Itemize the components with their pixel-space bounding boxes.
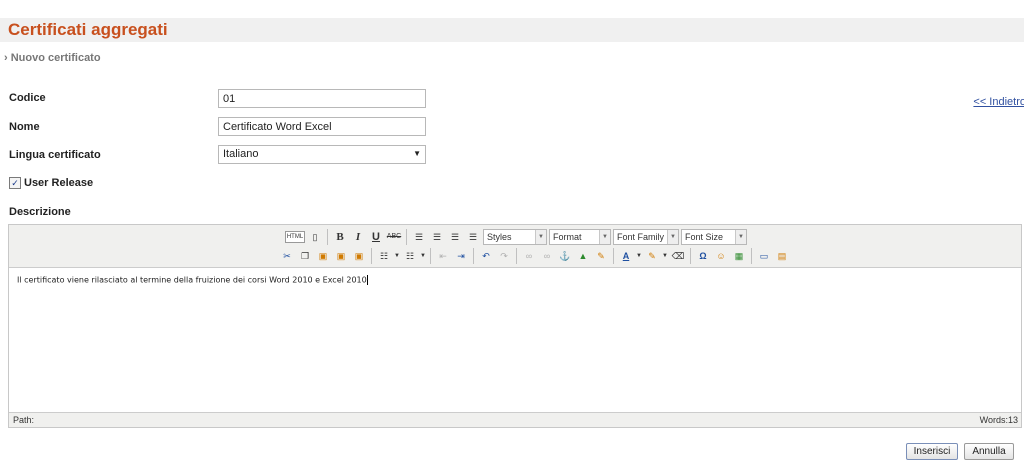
paste-word-icon[interactable]: ▣ <box>351 248 367 264</box>
bullet-list-icon[interactable]: ☷ <box>376 248 392 264</box>
image-icon[interactable]: ▲ <box>575 248 591 264</box>
code-label: Codice <box>9 92 46 104</box>
highlight-color-arrow-icon[interactable]: ▼ <box>662 248 668 264</box>
indent-icon[interactable]: ⇥ <box>453 248 469 264</box>
toolbar-separator <box>406 229 407 245</box>
emoticon-icon[interactable]: ☺ <box>713 248 729 264</box>
format-dropdown[interactable]: Format ▼ <box>549 229 611 245</box>
paste-text-icon[interactable]: ▣ <box>333 248 349 264</box>
user-release-row: ✓ User Release <box>9 177 93 189</box>
undo-icon[interactable]: ↶ <box>478 248 494 264</box>
outdent-icon[interactable]: ⇤ <box>435 248 451 264</box>
editor-content-text: Il certificato viene rilasciato al termi… <box>17 275 367 285</box>
user-release-checkbox[interactable]: ✓ <box>9 177 21 189</box>
cancel-button[interactable]: Annulla <box>964 443 1014 460</box>
unlink-icon[interactable]: ∞ <box>539 248 555 264</box>
styles-dropdown-label: Styles <box>487 232 512 242</box>
name-input[interactable] <box>218 117 426 136</box>
toolbar-row-1: HTML ▯ B I U ABC ☰ ☰ ☰ ☰ Styles ▼ Format… <box>285 228 747 246</box>
toolbar-row-2: ✂ ❐ ▣ ▣ ▣ ☷ ▼ ☷ ▼ ⇤ ⇥ ↶ ↷ ∞ ∞ ⚓ ▲ ✎ A ▼ … <box>279 247 790 265</box>
toolbar-separator <box>371 248 372 264</box>
editor-content[interactable]: Il certificato viene rilasciato al termi… <box>17 275 368 285</box>
editor-toolbar: HTML ▯ B I U ABC ☰ ☰ ☰ ☰ Styles ▼ Format… <box>9 225 1021 268</box>
paste-icon[interactable]: ▣ <box>315 248 331 264</box>
bullet-list-arrow-icon[interactable]: ▼ <box>394 248 400 264</box>
align-right-icon[interactable]: ☰ <box>447 229 463 245</box>
underline-button[interactable]: U <box>368 229 384 245</box>
chevron-down-icon: ▼ <box>735 230 746 244</box>
highlight-color-icon[interactable]: ✎ <box>644 248 660 264</box>
toolbar-separator <box>430 248 431 264</box>
text-caret <box>366 275 368 285</box>
rich-text-editor: HTML ▯ B I U ABC ☰ ☰ ☰ ☰ Styles ▼ Format… <box>8 224 1022 428</box>
special-char-icon[interactable]: Ω <box>695 248 711 264</box>
chevron-down-icon: ▼ <box>413 149 421 158</box>
back-link[interactable]: << Indietro <box>973 96 1024 108</box>
description-label: Descrizione <box>9 206 71 218</box>
name-label: Nome <box>9 121 40 133</box>
chevron-down-icon: ▼ <box>535 230 546 244</box>
font-size-dropdown-label: Font Size <box>685 232 724 242</box>
font-family-dropdown-label: Font Family <box>617 232 665 242</box>
align-center-icon[interactable]: ☰ <box>429 229 445 245</box>
eraser-icon[interactable]: ⌫ <box>670 248 686 264</box>
language-select[interactable]: Italiano ▼ <box>218 145 426 164</box>
toolbar-separator <box>327 229 328 245</box>
language-select-value: Italiano <box>223 148 259 160</box>
page-title: Certificati aggregati <box>8 20 168 39</box>
format-dropdown-label: Format <box>553 232 582 242</box>
media-icon[interactable]: ▦ <box>731 248 747 264</box>
fullscreen-icon[interactable]: ▭ <box>756 248 772 264</box>
user-release-label: User Release <box>24 177 94 189</box>
cleanup-icon[interactable]: ✎ <box>593 248 609 264</box>
strikethrough-icon[interactable]: ABC <box>386 229 402 245</box>
toolbar-separator <box>516 248 517 264</box>
cut-icon[interactable]: ✂ <box>279 248 295 264</box>
new-document-icon[interactable]: ▯ <box>307 229 323 245</box>
toolbar-separator <box>613 248 614 264</box>
link-icon[interactable]: ∞ <box>521 248 537 264</box>
copy-icon[interactable]: ❐ <box>297 248 313 264</box>
insert-button[interactable]: Inserisci <box>906 443 958 460</box>
text-color-arrow-icon[interactable]: ▼ <box>636 248 642 264</box>
styles-dropdown[interactable]: Styles ▼ <box>483 229 547 245</box>
breadcrumb: › Nuovo certificato <box>4 52 101 64</box>
status-word-count: Words:13 <box>979 415 1018 425</box>
font-family-dropdown[interactable]: Font Family ▼ <box>613 229 679 245</box>
align-left-icon[interactable]: ☰ <box>411 229 427 245</box>
numbered-list-arrow-icon[interactable]: ▼ <box>420 248 426 264</box>
properties-icon[interactable]: ▤ <box>774 248 790 264</box>
bold-button[interactable]: B <box>332 229 348 245</box>
language-label: Lingua certificato <box>9 149 101 161</box>
numbered-list-icon[interactable]: ☷ <box>402 248 418 264</box>
status-path: Path: <box>13 415 35 425</box>
text-color-icon[interactable]: A <box>618 248 634 264</box>
page-header: Certificati aggregati <box>0 18 1024 42</box>
align-justify-icon[interactable]: ☰ <box>465 229 481 245</box>
html-source-button[interactable]: HTML <box>285 231 305 243</box>
anchor-icon[interactable]: ⚓ <box>557 248 573 264</box>
redo-icon[interactable]: ↷ <box>496 248 512 264</box>
italic-button[interactable]: I <box>350 229 366 245</box>
chevron-down-icon: ▼ <box>667 230 678 244</box>
editor-statusbar: Path: Words:13 <box>9 412 1021 427</box>
chevron-down-icon: ▼ <box>599 230 610 244</box>
code-input[interactable] <box>218 89 426 108</box>
toolbar-separator <box>473 248 474 264</box>
toolbar-separator <box>751 248 752 264</box>
toolbar-separator <box>690 248 691 264</box>
font-size-dropdown[interactable]: Font Size ▼ <box>681 229 747 245</box>
